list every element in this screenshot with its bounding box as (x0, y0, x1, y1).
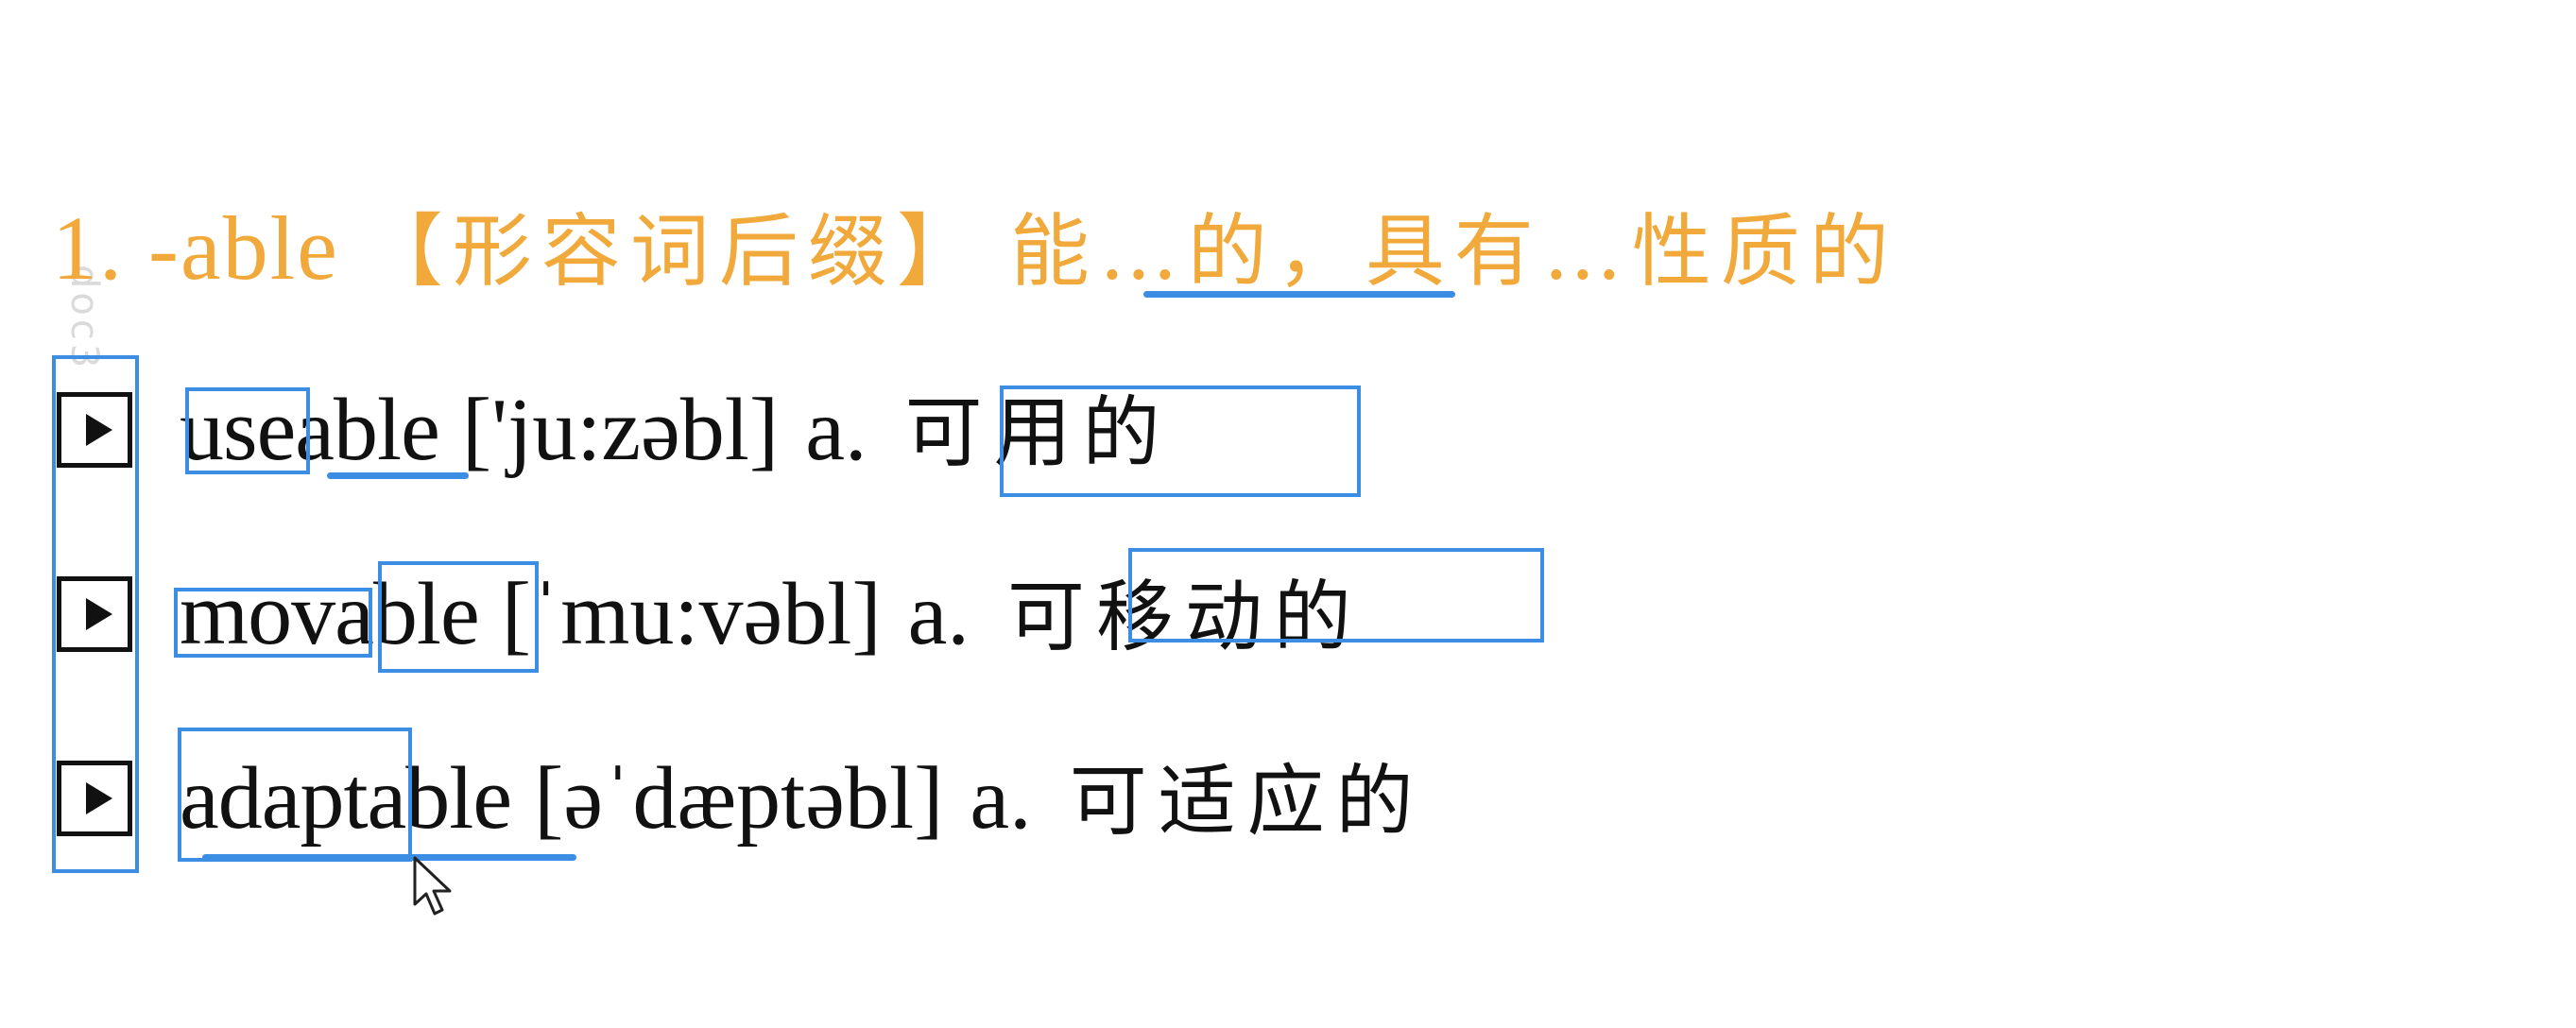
vocab-meaning: 可移动的 (1006, 573, 1363, 662)
vocab-pronunciation: [əˈdæptəbl] (534, 749, 944, 848)
vocab-entry: useable ['ju:zəbl] a. 可用的 (180, 359, 1171, 501)
play-icon (86, 414, 112, 446)
vocab-row-useable: useable ['ju:zəbl] a. 可用的 (0, 359, 2576, 501)
vocab-pronunciation: [ˈmu:vəbl] (501, 565, 882, 663)
vocab-row-movable: movable [ˈmu:vəbl] a. 可移动的 (0, 543, 2576, 685)
heading-meaning: 能…的，具有…性质的 (1009, 205, 1898, 298)
vocab-word: useable (180, 381, 440, 479)
vocab-part-of-speech: a. (970, 749, 1032, 848)
play-button-movable[interactable] (57, 576, 132, 652)
vocab-word: movable (180, 565, 480, 663)
vocab-meaning: 可适应的 (1069, 757, 1425, 847)
vocab-part-of-speech: a. (805, 381, 867, 479)
vocab-word: adaptable (180, 749, 512, 848)
vocab-part-of-speech: a. (907, 565, 970, 663)
section-heading: 1. -able 【形容词后缀】 能…的，具有…性质的 (52, 187, 1898, 310)
play-button-adaptable[interactable] (57, 761, 132, 836)
heading-category: 【形容词后缀】 (363, 205, 986, 298)
heading-number: 1. (52, 197, 124, 299)
vocab-pronunciation: ['ju:zəbl] (461, 381, 780, 479)
vocab-row-adaptable: adaptable [əˈdæptəbl] a. 可适应的 (0, 728, 2576, 869)
play-icon (86, 598, 112, 630)
vocab-entry: adaptable [əˈdæptəbl] a. 可适应的 (180, 728, 1425, 869)
heading-suffix: -able (148, 197, 339, 299)
play-button-useable[interactable] (57, 392, 132, 468)
play-icon (86, 782, 112, 814)
vocab-entry: movable [ˈmu:vəbl] a. 可移动的 (180, 543, 1363, 685)
vocab-meaning: 可用的 (904, 388, 1172, 478)
slide-canvas: doc3 1. -able 【形容词后缀】 能…的，具有…性质的 useable… (0, 0, 2576, 1028)
